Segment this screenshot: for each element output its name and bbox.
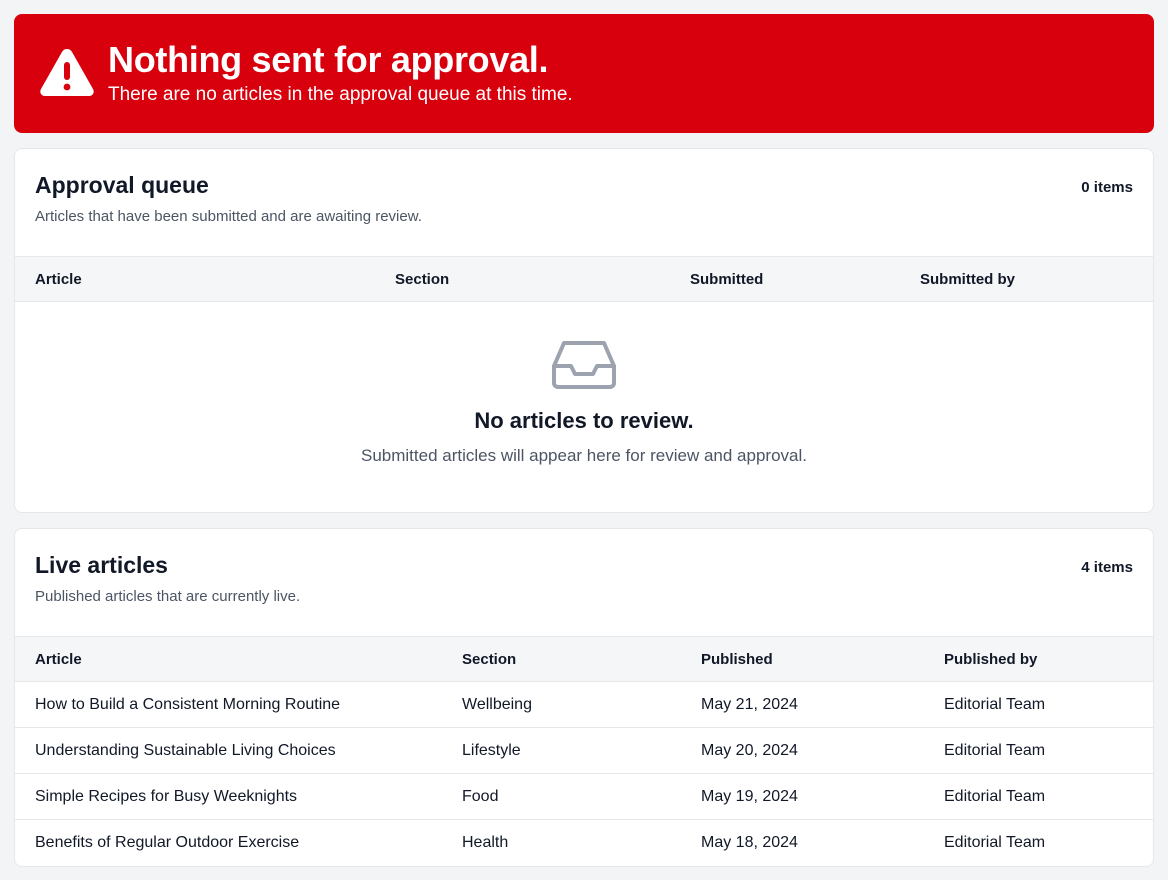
- page: Nothing sent for approval. There are no …: [0, 0, 1168, 880]
- live-articles-table: Article Section Published Published by H…: [15, 636, 1153, 866]
- article-title-cell[interactable]: Simple Recipes for Busy Weeknights: [15, 774, 442, 820]
- approval-queue-description: Articles that have been submitted and ar…: [35, 208, 422, 225]
- column-header-section[interactable]: Section: [375, 257, 670, 302]
- column-header-submitted-by[interactable]: Submitted by: [900, 257, 1153, 302]
- table-row[interactable]: Simple Recipes for Busy Weeknights Food …: [15, 774, 1153, 820]
- column-header-published-by[interactable]: Published by: [924, 637, 1153, 682]
- approval-queue-card: Approval queue Articles that have been s…: [14, 148, 1154, 513]
- section-cell: Lifestyle: [462, 741, 521, 759]
- inbox-icon: [552, 341, 616, 389]
- published-date-cell: May 18, 2024: [701, 833, 798, 851]
- column-header-submitted[interactable]: Submitted: [670, 257, 900, 302]
- column-header-article[interactable]: Article: [15, 637, 442, 682]
- table-row[interactable]: How to Build a Consistent Morning Routin…: [15, 682, 1153, 728]
- published-by-cell: Editorial Team: [944, 741, 1046, 759]
- live-articles-count: 4 items: [1081, 559, 1133, 576]
- column-header-article[interactable]: Article: [15, 257, 375, 302]
- article-title-cell[interactable]: Understanding Sustainable Living Choices: [15, 728, 442, 774]
- warning-triangle-icon: [40, 48, 94, 96]
- section-cell: Wellbeing: [462, 695, 532, 713]
- published-by-cell: Editorial Team: [944, 695, 1046, 713]
- section-cell: Food: [462, 787, 499, 805]
- empty-state-subtitle: Submitted articles will appear here for …: [360, 446, 807, 465]
- table-row[interactable]: Benefits of Regular Outdoor Exercise Hea…: [15, 820, 1153, 866]
- published-date-cell: May 20, 2024: [701, 741, 798, 759]
- live-articles-card: Live articles Published articles that ar…: [14, 528, 1154, 867]
- published-by-cell: Editorial Team: [944, 833, 1046, 851]
- article-title-cell[interactable]: Benefits of Regular Outdoor Exercise: [15, 820, 442, 866]
- empty-state-title: No articles to review.: [474, 408, 694, 433]
- approval-queue-title: Approval queue: [35, 172, 209, 198]
- published-by-cell: Editorial Team: [944, 787, 1046, 805]
- published-date-cell: May 21, 2024: [701, 695, 798, 713]
- approval-queue-empty-state: No articles to review. Submitted article…: [15, 302, 1153, 512]
- column-header-section[interactable]: Section: [442, 637, 681, 682]
- alert-text: Nothing sent for approval. There are no …: [108, 38, 573, 108]
- approval-queue-header-row: Article Section Submitted Submitted by: [15, 256, 1153, 302]
- alert-title: Nothing sent for approval.: [108, 38, 549, 80]
- article-title-cell[interactable]: How to Build a Consistent Morning Routin…: [15, 682, 442, 728]
- approval-queue-count: 0 items: [1081, 179, 1133, 196]
- approval-queue-header: Approval queue Articles that have been s…: [15, 149, 1153, 256]
- alert-subtitle: There are no articles in the approval qu…: [108, 83, 573, 105]
- published-date-cell: May 19, 2024: [701, 787, 798, 805]
- live-articles-title: Live articles: [35, 552, 168, 578]
- column-header-published[interactable]: Published: [681, 637, 924, 682]
- live-articles-description: Published articles that are currently li…: [35, 588, 301, 605]
- live-articles-header: Live articles Published articles that ar…: [15, 529, 1153, 636]
- section-cell: Health: [462, 833, 509, 851]
- approval-queue-table: Article Section Submitted Submitted by: [15, 256, 1153, 302]
- table-row[interactable]: Understanding Sustainable Living Choices…: [15, 728, 1153, 774]
- alert-banner: Nothing sent for approval. There are no …: [14, 14, 1154, 133]
- live-articles-header-row: Article Section Published Published by: [15, 636, 1153, 682]
